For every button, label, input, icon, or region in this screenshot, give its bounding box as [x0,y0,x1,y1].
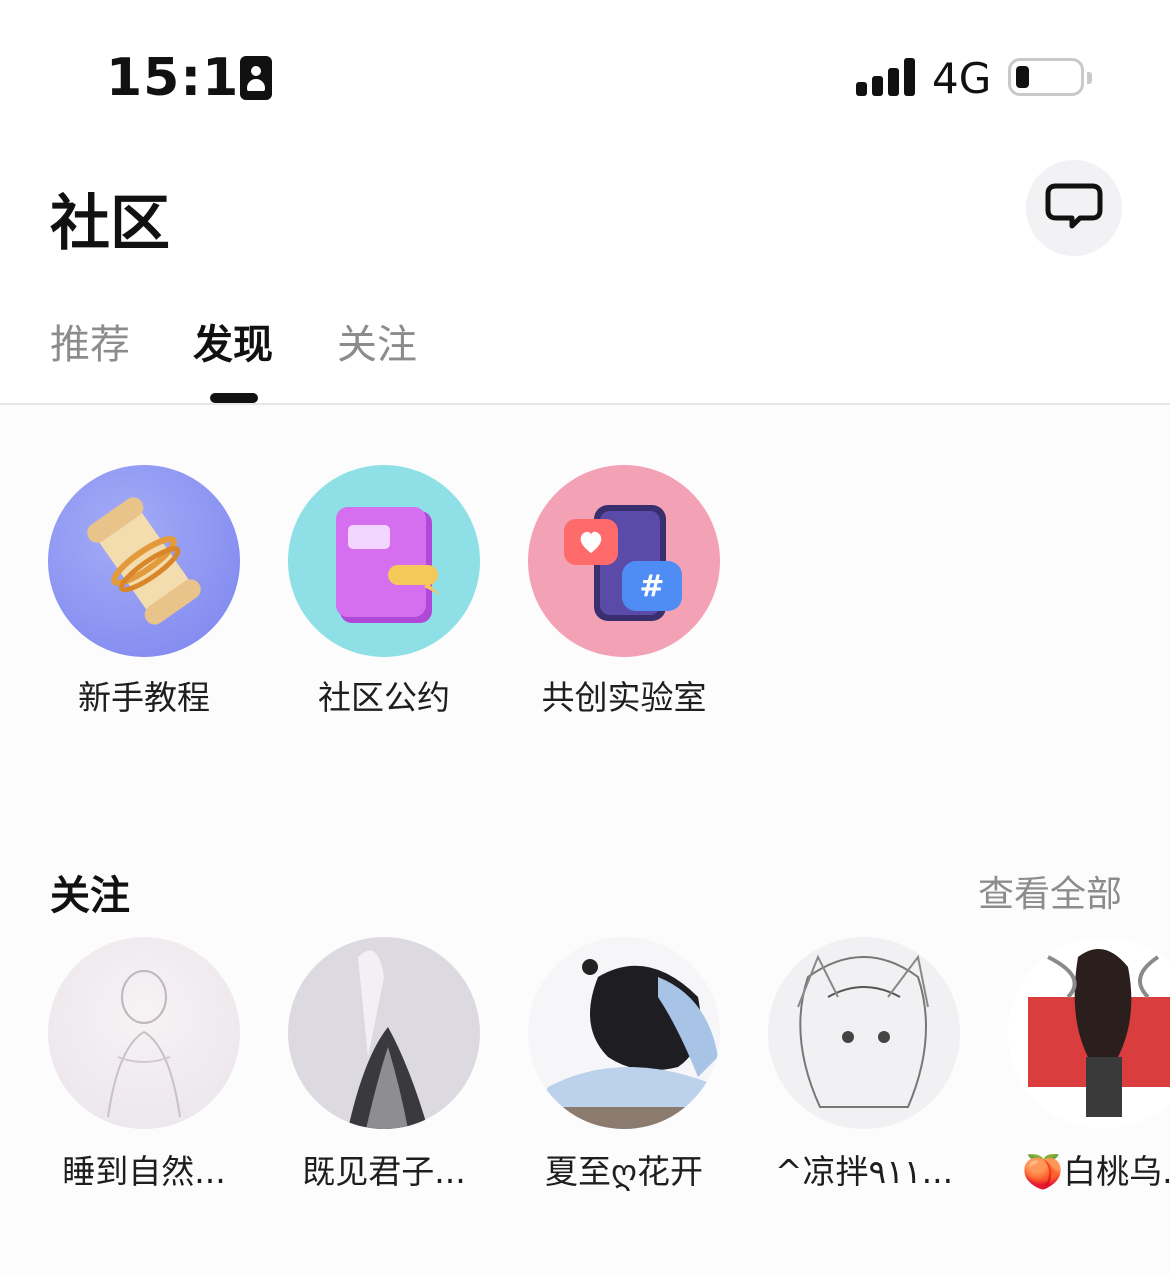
shortcut-guidelines[interactable]: 社区公约 [288,465,480,719]
shortcut-label: 新手教程 [78,678,210,717]
shortcut-colab-lab[interactable]: # 共创实验室 [528,465,720,719]
svg-text:#: # [639,569,664,604]
following-section-title: 关注 [50,873,130,919]
followed-user[interactable]: 夏至ღ花开 [528,937,720,1193]
notebook-icon [288,465,480,657]
user-name: 既见君子... [302,1152,466,1191]
tab-recommend[interactable]: 推荐 [50,312,130,370]
status-bar: 15:11 4G [0,0,1170,150]
battery-icon [1008,58,1092,96]
shortcut-label: 社区公约 [318,678,450,717]
user-name: 🍑白桃乌... [1022,1152,1170,1191]
avatar [48,937,240,1129]
chat-bubble-icon [1045,183,1103,229]
avatar [1008,937,1170,1129]
avatar [528,937,720,1129]
active-tab-indicator [210,393,258,403]
avatar [288,937,480,1129]
shortcut-label: 共创实验室 [541,678,707,717]
messages-button[interactable] [1026,160,1122,256]
scroll-icon [48,465,240,657]
tab-following[interactable]: 关注 [337,312,417,370]
cellular-signal-icon [856,58,916,96]
followed-user[interactable]: 🍑白桃乌... [1008,937,1170,1193]
discover-content: 新手教程 社区公约 # 共创实验室 关注 查看全部 睡到自然... 既见君子..… [0,405,1170,1275]
network-type: 4G [932,54,992,103]
page-title: 社区 [50,189,170,259]
user-name: 夏至ღ花开 [545,1152,703,1191]
avatar [768,937,960,1129]
tab-bar: 推荐 发现 关注 [0,300,1170,405]
followed-user[interactable]: ^凉拌٩١١... [768,937,960,1193]
followed-user[interactable]: 既见君子... [288,937,480,1193]
phone-hashtag-icon: # [528,465,720,657]
shortcut-tutorial[interactable]: 新手教程 [48,465,240,719]
user-name: ^凉拌٩١١... [774,1152,954,1191]
contact-card-icon [240,56,272,100]
followed-user[interactable]: 睡到自然... [48,937,240,1193]
tab-discover[interactable]: 发现 [193,312,273,370]
see-all-link[interactable]: 查看全部 [978,865,1122,917]
user-name: 睡到自然... [62,1152,226,1191]
